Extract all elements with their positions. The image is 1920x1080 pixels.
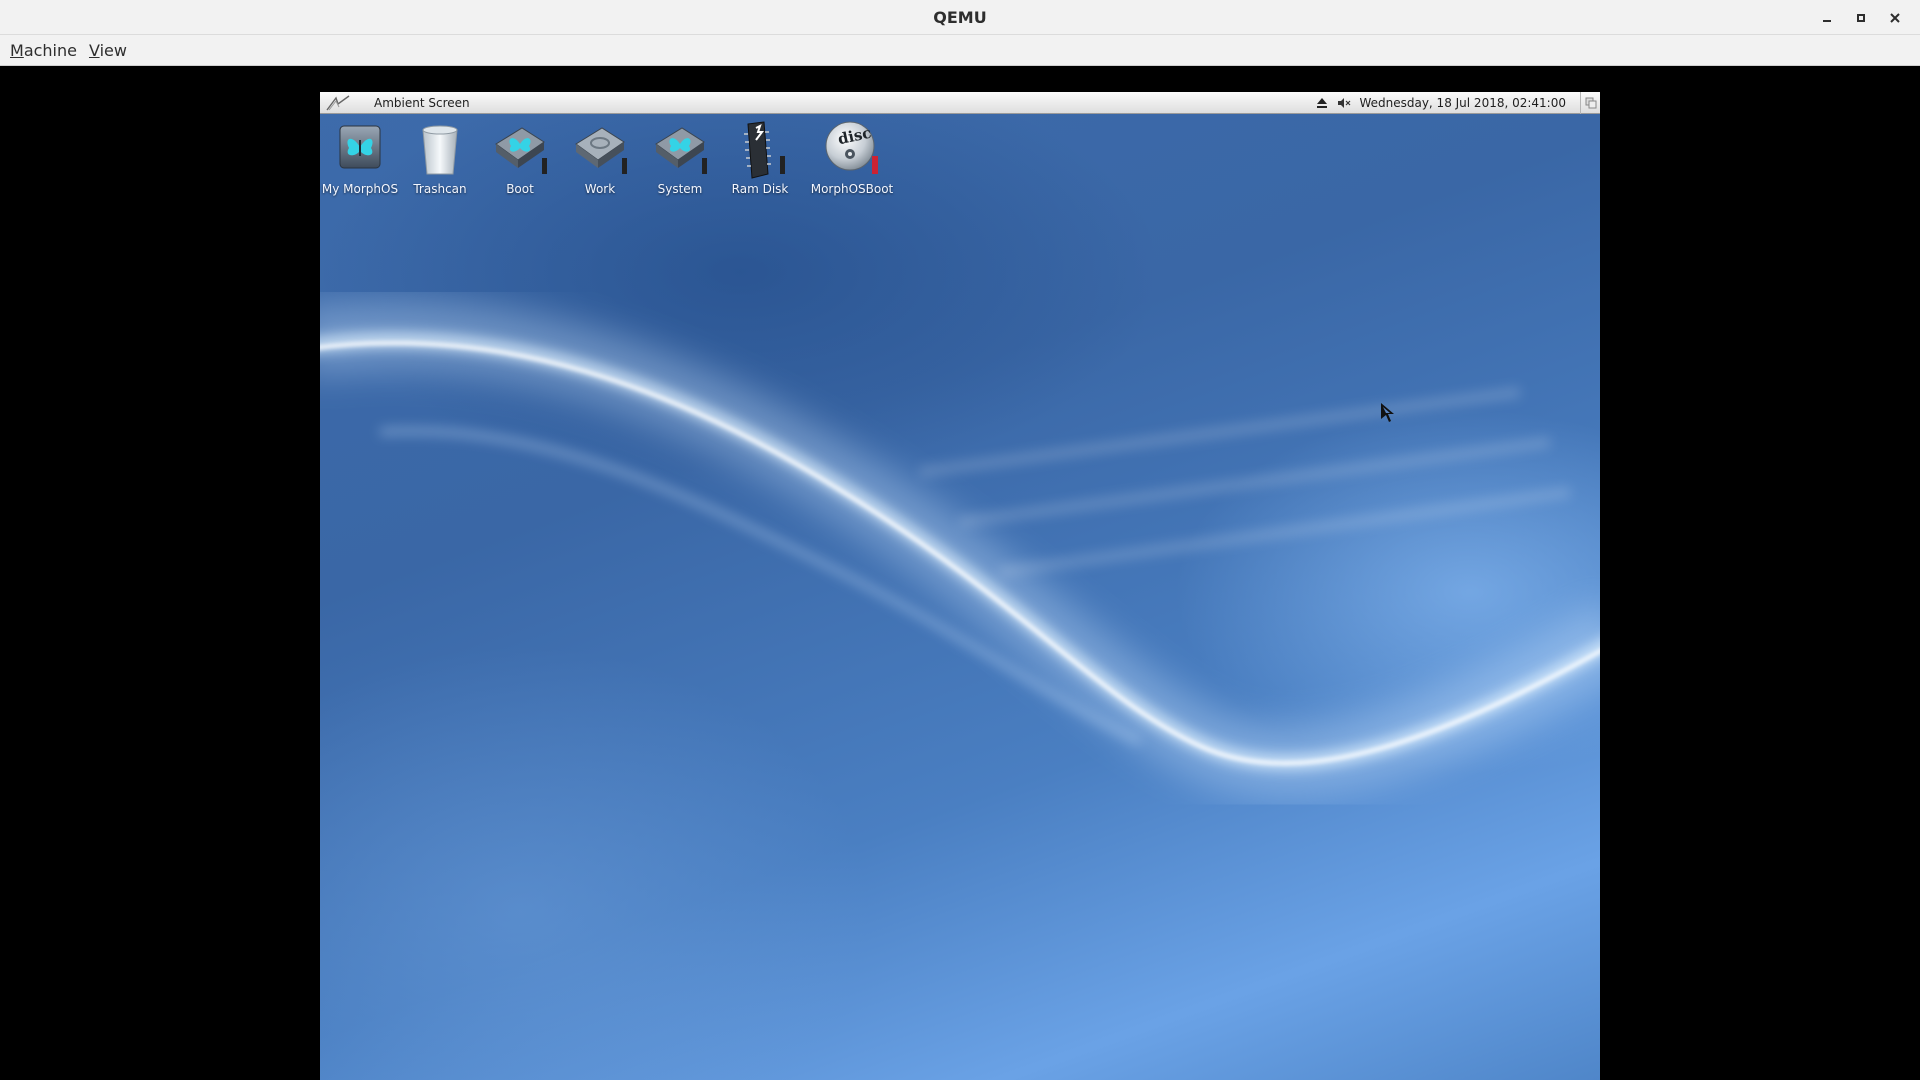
desktop-icon-work[interactable]: Work [560, 120, 640, 204]
desktop-icon-system[interactable]: System [640, 120, 720, 204]
close-button[interactable] [1878, 1, 1912, 35]
hard-drive-icon [655, 127, 707, 174]
hard-drive-icon [495, 127, 547, 174]
maximize-button[interactable] [1844, 1, 1878, 35]
ram-disk-icon [744, 121, 785, 179]
qemu-titlebar: QEMU [0, 0, 1920, 35]
desktop-icon-label: Work [584, 182, 616, 196]
desktop-icon-label: MorphOSBoot [810, 182, 894, 196]
ambient-screenbar: Ambient Screen Wednesday, 18 Jul 2018, 0… [320, 92, 1600, 114]
menu-view[interactable]: View [83, 41, 133, 60]
wallpaper-wave [320, 299, 1600, 797]
menu-machine[interactable]: Machine [4, 41, 83, 60]
menu-machine-mnemonic: M [10, 40, 24, 60]
eject-icon [1317, 97, 1328, 108]
trashcan-icon [422, 125, 458, 175]
butterfly-logo-icon [326, 94, 350, 110]
minimize-icon [1823, 19, 1831, 22]
desktop-icon-my-morphos[interactable]: My MorphOS [320, 120, 400, 204]
window-title: QEMU [933, 7, 987, 27]
desktop-icon-label: My MorphOS [321, 182, 399, 196]
desktop-icon-morphosboot[interactable]: disc MorphOSBoot [807, 120, 897, 204]
my-morphos-icon [339, 125, 381, 169]
menu-view-label: iew [99, 40, 127, 60]
morphos-menu-button[interactable] [320, 92, 356, 114]
screen-title: Ambient Screen [374, 95, 470, 110]
screen-depth-icon [1585, 97, 1596, 108]
clock: Wednesday, 18 Jul 2018, 02:41:00 [1359, 95, 1566, 110]
desktop-icon-label: Trashcan [413, 182, 467, 196]
qemu-display: Ambient Screen Wednesday, 18 Jul 2018, 0… [0, 66, 1920, 1080]
speaker-muted-icon [1338, 97, 1351, 108]
eject-button[interactable] [1313, 92, 1331, 114]
qemu-menubar: Machine View [0, 35, 1920, 66]
screenbar-tray: Wednesday, 18 Jul 2018, 02:41:00 [1309, 92, 1600, 114]
morphos-screen[interactable]: Ambient Screen Wednesday, 18 Jul 2018, 0… [320, 92, 1600, 1080]
volume-button[interactable] [1335, 92, 1353, 114]
desktop-icon-label: System [657, 182, 703, 196]
menu-view-mnemonic: V [88, 40, 100, 60]
minimize-button[interactable] [1810, 1, 1844, 35]
mouse-pointer-icon [1381, 403, 1394, 422]
desktop-icon-ram-disk[interactable]: Ram Disk [720, 120, 800, 204]
desktop-icon-trashcan[interactable]: Trashcan [400, 120, 480, 204]
maximize-icon [1857, 13, 1865, 22]
desktop-icon-label: Boot [506, 182, 534, 196]
menu-machine-label: achine [23, 40, 77, 60]
screen-depth-button[interactable] [1580, 92, 1600, 114]
close-icon [1890, 12, 1900, 23]
desktop-icon-label: Ram Disk [731, 182, 789, 196]
desktop-icon-boot[interactable]: Boot [480, 120, 560, 204]
hard-drive-icon [575, 127, 627, 174]
window-controls [1810, 0, 1912, 35]
cd-disc-icon: disc [825, 121, 878, 174]
